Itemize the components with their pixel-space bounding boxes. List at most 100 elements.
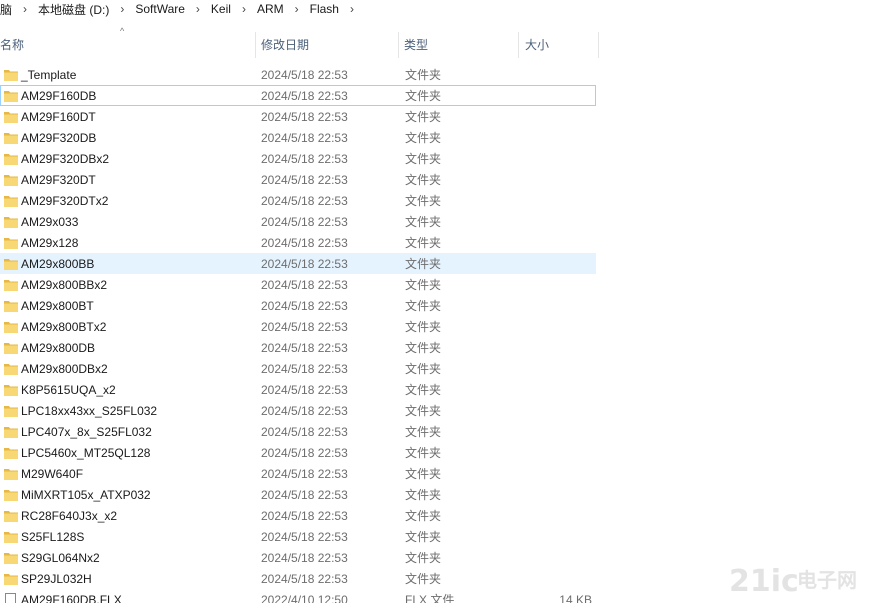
folder-icon bbox=[4, 448, 18, 459]
column-header-name[interactable]: 名称 bbox=[0, 32, 24, 58]
file-row[interactable]: AM29x800BB 2024/5/18 22:53 文件夹 bbox=[0, 253, 596, 274]
file-row[interactable]: AM29F320DBx2 2024/5/18 22:53 文件夹 bbox=[0, 148, 596, 169]
file-row[interactable]: AM29F160DB 2024/5/18 22:53 文件夹 bbox=[0, 85, 596, 106]
folder-icon bbox=[4, 553, 18, 564]
modified-date: 2024/5/18 22:53 bbox=[261, 257, 348, 271]
file-type: 文件夹 bbox=[405, 425, 442, 439]
file-row[interactable]: S25FL128S 2024/5/18 22:53 文件夹 bbox=[0, 526, 596, 547]
breadcrumb-chevron-icon[interactable]: › bbox=[111, 2, 133, 16]
folder-icon bbox=[4, 196, 18, 207]
file-type: 文件夹 bbox=[405, 131, 442, 145]
file-row[interactable]: LPC5460x_MT25QL128 2024/5/18 22:53 文件夹 bbox=[0, 442, 596, 463]
file-type: 文件夹 bbox=[405, 299, 442, 313]
file-row[interactable]: LPC407x_8x_S25FL032 2024/5/18 22:53 文件夹 bbox=[0, 421, 596, 442]
breadcrumb-item[interactable]: ARM bbox=[255, 2, 286, 16]
file-name: LPC18xx43xx_S25FL032 bbox=[21, 404, 158, 418]
file-name: S29GL064Nx2 bbox=[21, 551, 100, 565]
file-row[interactable]: MiMXRT105x_ATXP032 2024/5/18 22:53 文件夹 bbox=[0, 484, 596, 505]
svg-text:电子网: 电子网 bbox=[797, 568, 857, 592]
file-row[interactable]: AM29x800DBx2 2024/5/18 22:53 文件夹 bbox=[0, 358, 596, 379]
breadcrumb-item[interactable]: Flash bbox=[308, 2, 341, 16]
file-name: AM29x800DB bbox=[21, 341, 96, 355]
modified-date: 2024/5/18 22:53 bbox=[261, 278, 348, 292]
column-header-date[interactable]: 修改日期 bbox=[261, 32, 309, 58]
modified-date: 2024/5/18 22:53 bbox=[261, 341, 348, 355]
file-type: FLX 文件 bbox=[405, 593, 455, 603]
column-header-size[interactable]: 大小 bbox=[525, 32, 549, 58]
column-header-row: 名称 修改日期 类型 大小 bbox=[0, 32, 600, 58]
file-row[interactable]: AM29F320DT 2024/5/18 22:53 文件夹 bbox=[0, 169, 596, 190]
file-name: AM29x800BT bbox=[21, 299, 94, 313]
file-type: 文件夹 bbox=[405, 89, 442, 103]
file-row[interactable]: AM29x800DB 2024/5/18 22:53 文件夹 bbox=[0, 337, 596, 358]
modified-date: 2024/5/18 22:53 bbox=[261, 152, 348, 166]
modified-date: 2024/5/18 22:53 bbox=[261, 362, 348, 376]
file-row[interactable]: S29GL064Nx2 2024/5/18 22:53 文件夹 bbox=[0, 547, 596, 568]
file-row[interactable]: AM29F160DT 2024/5/18 22:53 文件夹 bbox=[0, 106, 596, 127]
column-divider[interactable] bbox=[598, 32, 599, 58]
file-row[interactable]: K8P5615UQA_x2 2024/5/18 22:53 文件夹 bbox=[0, 379, 596, 400]
file-row[interactable]: AM29x800BBx2 2024/5/18 22:53 文件夹 bbox=[0, 274, 596, 295]
file-name: AM29x033 bbox=[21, 215, 79, 229]
file-type: 文件夹 bbox=[405, 215, 442, 229]
file-name: AM29x800BTx2 bbox=[21, 320, 107, 334]
modified-date: 2024/5/18 22:53 bbox=[261, 425, 348, 439]
file-name: AM29F320DT bbox=[21, 173, 96, 187]
modified-date: 2024/5/18 22:53 bbox=[261, 446, 348, 460]
folder-icon bbox=[4, 490, 18, 501]
file-row[interactable]: SP29JL032H 2024/5/18 22:53 文件夹 bbox=[0, 568, 596, 589]
file-type: 文件夹 bbox=[405, 467, 442, 481]
folder-icon bbox=[4, 280, 18, 291]
modified-date: 2024/5/18 22:53 bbox=[261, 509, 348, 523]
folder-icon bbox=[4, 175, 18, 186]
file-row[interactable]: AM29F160DB.FLX 2022/4/10 12:50 FLX 文件 14 KB bbox=[0, 589, 596, 603]
file-type: 文件夹 bbox=[405, 446, 442, 460]
file-type: 文件夹 bbox=[405, 488, 442, 502]
file-type: 文件夹 bbox=[405, 572, 442, 586]
breadcrumb-chevron-icon[interactable]: › bbox=[286, 2, 308, 16]
modified-date: 2024/5/18 22:53 bbox=[261, 215, 348, 229]
file-type: 文件夹 bbox=[405, 341, 442, 355]
breadcrumb-chevron-icon[interactable]: › bbox=[14, 2, 36, 16]
file-name: AM29F160DB bbox=[21, 89, 97, 103]
file-row[interactable]: M29W640F 2024/5/18 22:53 文件夹 bbox=[0, 463, 596, 484]
file-size: 14 KB bbox=[559, 593, 592, 603]
modified-date: 2024/5/18 22:53 bbox=[261, 320, 348, 334]
file-name: LPC5460x_MT25QL128 bbox=[21, 446, 151, 460]
file-row[interactable]: AM29x033 2024/5/18 22:53 文件夹 bbox=[0, 211, 596, 232]
breadcrumb-chevron-icon[interactable]: › bbox=[187, 2, 209, 16]
file-row[interactable]: LPC18xx43xx_S25FL032 2024/5/18 22:53 文件夹 bbox=[0, 400, 596, 421]
file-row[interactable]: AM29x800BT 2024/5/18 22:53 文件夹 bbox=[0, 295, 596, 316]
breadcrumb-item[interactable]: 脑 bbox=[0, 1, 14, 18]
file-name: AM29F320DBx2 bbox=[21, 152, 110, 166]
file-row[interactable]: AM29x128 2024/5/18 22:53 文件夹 bbox=[0, 232, 596, 253]
folder-icon bbox=[4, 511, 18, 522]
breadcrumb-item[interactable]: Keil bbox=[209, 2, 233, 16]
folder-icon bbox=[4, 406, 18, 417]
file-type: 文件夹 bbox=[405, 383, 442, 397]
column-divider[interactable] bbox=[518, 32, 519, 58]
file-row[interactable]: _Template 2024/5/18 22:53 文件夹 bbox=[0, 64, 596, 85]
folder-icon bbox=[4, 154, 18, 165]
file-type: 文件夹 bbox=[405, 551, 442, 565]
file-row[interactable]: AM29F320DTx2 2024/5/18 22:53 文件夹 bbox=[0, 190, 596, 211]
folder-icon bbox=[4, 259, 18, 270]
breadcrumb-item[interactable]: SoftWare bbox=[133, 2, 187, 16]
breadcrumb-chevron-icon[interactable]: › bbox=[341, 2, 363, 16]
modified-date: 2024/5/18 22:53 bbox=[261, 572, 348, 586]
file-type: 文件夹 bbox=[405, 194, 442, 208]
column-header-type[interactable]: 类型 bbox=[404, 32, 428, 58]
folder-icon bbox=[4, 364, 18, 375]
column-divider[interactable] bbox=[398, 32, 399, 58]
breadcrumb-item[interactable]: 本地磁盘 (D:) bbox=[36, 1, 111, 18]
folder-icon bbox=[4, 112, 18, 123]
file-row[interactable]: RC28F640J3x_x2 2024/5/18 22:53 文件夹 bbox=[0, 505, 596, 526]
file-name: AM29F320DTx2 bbox=[21, 194, 109, 208]
column-divider[interactable] bbox=[255, 32, 256, 58]
file-type: 文件夹 bbox=[405, 530, 442, 544]
file-row[interactable]: AM29x800BTx2 2024/5/18 22:53 文件夹 bbox=[0, 316, 596, 337]
file-row[interactable]: AM29F320DB 2024/5/18 22:53 文件夹 bbox=[0, 127, 596, 148]
file-type: 文件夹 bbox=[405, 320, 442, 334]
svg-text:21ic: 21ic bbox=[729, 564, 799, 599]
breadcrumb-chevron-icon[interactable]: › bbox=[233, 2, 255, 16]
